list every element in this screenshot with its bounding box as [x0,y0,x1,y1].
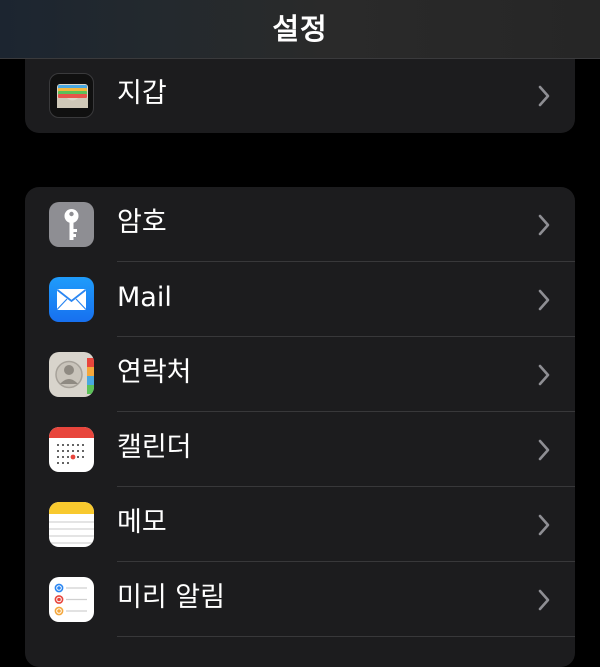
settings-row-label: 캘린더 [117,432,192,463]
settings-row-reminders[interactable]: 미리 알림 [25,562,575,637]
settings-row-label: 메모 [117,507,167,538]
key-icon [49,202,94,247]
calendar-icon [49,427,94,472]
chevron-right-icon [538,214,550,236]
wallet-icon [49,73,94,118]
settings-row-mail[interactable]: Mail [25,262,575,337]
chevron-right-icon [538,439,550,461]
reminders-icon [49,577,94,622]
contacts-icon [49,352,94,397]
settings-row-passwords[interactable]: 암호 [25,187,575,262]
chevron-right-icon [538,364,550,386]
chevron-right-icon [538,514,550,536]
settings-row-label: 암호 [117,207,167,238]
navigation-bar: 설정 [0,0,600,59]
settings-row-label: 미리 알림 [117,582,225,613]
apps-group: 암호 Mail 연락처 캘린더 메모 미리 알림 [25,187,575,667]
page-title: 설정 [272,12,328,46]
settings-row-label: 연락처 [117,357,192,388]
chevron-right-icon [538,589,550,611]
settings-row-label: Mail [117,282,172,313]
settings-row-label: 지갑 [117,78,167,109]
notes-icon [49,502,94,547]
settings-row-calendar[interactable]: 캘린더 [25,412,575,487]
settings-row-contacts[interactable]: 연락처 [25,337,575,412]
mail-icon [49,277,94,322]
settings-row-notes[interactable]: 메모 [25,487,575,562]
settings-row-wallet[interactable]: 지갑 [25,58,575,133]
chevron-right-icon [538,85,550,107]
chevron-right-icon [538,289,550,311]
row-separator [117,636,575,637]
